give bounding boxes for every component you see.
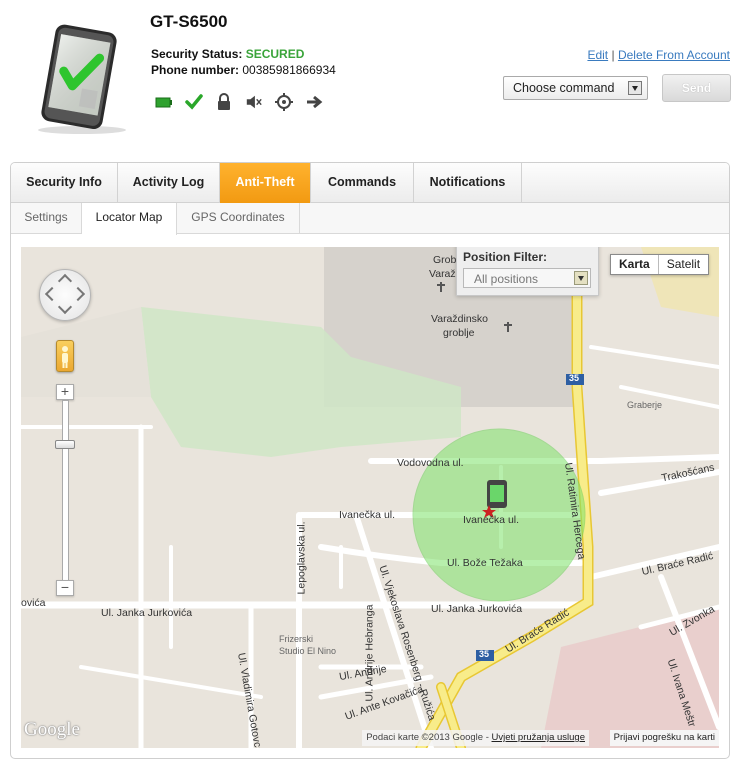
tab-security-info[interactable]: Security Info xyxy=(11,163,118,203)
report-map-error-link[interactable]: Prijavi pogrešku na karti xyxy=(609,730,719,746)
map-label-graberje: Graberje xyxy=(627,400,663,410)
link-separator: | xyxy=(611,48,615,62)
tab-activity-log[interactable]: Activity Log xyxy=(118,163,220,203)
map-attribution: Podaci karte ©2013 Google - Uvjeti pruža… xyxy=(362,730,589,746)
account-links: Edit | Delete From Account xyxy=(587,48,730,62)
command-select-value: Choose command xyxy=(513,81,615,95)
zoom-in-button[interactable]: + xyxy=(56,384,74,400)
check-icon xyxy=(185,93,203,111)
subtab-settings[interactable]: Settings xyxy=(11,203,82,234)
zoom-slider-handle[interactable] xyxy=(55,440,75,449)
route-35-shield-b: 35 xyxy=(479,649,490,659)
zoom-out-button[interactable]: − xyxy=(56,580,74,596)
position-filter-value: All positions xyxy=(474,272,539,286)
position-filter-select[interactable]: All positions xyxy=(463,268,591,288)
main-tabs: Security Info Activity Log Anti-Theft Co… xyxy=(11,163,729,203)
page: GT-S6500 Security Status: SECURED Phone … xyxy=(0,0,739,765)
locator-map[interactable]: Grob Varaž Varaždinsko groblje Graberje … xyxy=(21,247,719,748)
locate-icon xyxy=(275,93,293,111)
map-label-groblje1: Grob xyxy=(433,254,457,266)
zoom-slider[interactable] xyxy=(62,400,69,588)
terms-link[interactable]: Uvjeti pružanja usluge xyxy=(492,732,585,743)
anti-theft-panel: Security Info Activity Log Anti-Theft Co… xyxy=(10,162,730,759)
subtab-locator-map[interactable]: Locator Map xyxy=(82,203,177,235)
map-label-janka-right: Ul. Janka Jurkovića xyxy=(431,603,523,615)
route-35-shield-a: 35 xyxy=(569,373,580,383)
map-label-lepoglavska: Lepoglavska ul. xyxy=(295,521,308,595)
map-label-groblje2: Varaž xyxy=(429,268,456,280)
map-type-satelit-button[interactable]: Satelit xyxy=(659,255,708,274)
tab-anti-theft[interactable]: Anti-Theft xyxy=(220,163,311,203)
map-label-andrije-hebranga: Ul. Andrije Hebranga xyxy=(363,604,376,702)
security-status-label: Security Status: xyxy=(151,47,243,61)
chevron-down-icon[interactable] xyxy=(628,81,642,95)
map-label-varazdinsko: Varaždinsko xyxy=(431,313,489,325)
phone-number-value: 00385981866934 xyxy=(242,63,336,77)
pan-up-icon[interactable] xyxy=(57,273,73,289)
subtab-gps-coordinates[interactable]: GPS Coordinates xyxy=(177,203,300,234)
map-label-ivanecka-right: Ivanečka ul. xyxy=(463,514,520,526)
phone-number: Phone number: 00385981866934 xyxy=(151,63,336,77)
pan-control[interactable] xyxy=(39,269,91,321)
device-title: GT-S6500 xyxy=(150,12,228,31)
tab-commands[interactable]: Commands xyxy=(311,163,414,203)
attribution-text: Podaci karte ©2013 Google - xyxy=(366,732,489,743)
pan-left-icon[interactable] xyxy=(44,286,60,302)
status-icons xyxy=(155,93,323,111)
map-label-ovica: ovića xyxy=(21,597,46,609)
map-label-vodovodna: Vodovodna ul. xyxy=(397,457,464,469)
position-filter-label: Position Filter: xyxy=(463,250,547,264)
pan-down-icon[interactable] xyxy=(57,299,73,315)
battery-icon xyxy=(155,93,173,111)
command-select[interactable]: Choose command xyxy=(503,76,648,100)
send-button[interactable]: Send xyxy=(662,74,731,102)
map-label-frizerski2: Studio El Nino xyxy=(279,646,337,656)
chevron-down-icon[interactable] xyxy=(574,271,588,285)
tab-notifications[interactable]: Notifications xyxy=(414,163,522,203)
security-status: Security Status: SECURED xyxy=(151,47,304,61)
lock-icon xyxy=(215,93,233,111)
position-filter: Position Filter: All positions xyxy=(456,247,599,296)
delete-from-account-link[interactable]: Delete From Account xyxy=(618,48,730,62)
map-label-janka: Ul. Janka Jurkovića xyxy=(101,607,193,619)
mute-icon xyxy=(245,93,263,111)
google-logo: Google xyxy=(24,719,80,740)
street-view-pegman-icon[interactable] xyxy=(56,340,74,372)
map-label-ivanecka-left: Ivanečka ul. xyxy=(339,509,396,521)
security-status-value: SECURED xyxy=(245,47,305,61)
map-type-karta-button[interactable]: Karta xyxy=(611,255,659,274)
phone-number-label: Phone number: xyxy=(151,63,240,77)
device-phone-icon xyxy=(38,24,126,134)
pan-right-icon[interactable] xyxy=(70,286,86,302)
sub-tabs: Settings Locator Map GPS Coordinates xyxy=(11,203,729,235)
map-type-control: Karta Satelit xyxy=(610,254,710,275)
map-label-groblje: groblje xyxy=(443,327,475,339)
map-label-frizerski1: Frizerski xyxy=(279,634,313,644)
edit-link[interactable]: Edit xyxy=(587,48,608,62)
arrow-right-icon xyxy=(305,93,323,111)
map-label-boze-tezaka: Ul. Bože Težaka xyxy=(447,557,523,569)
